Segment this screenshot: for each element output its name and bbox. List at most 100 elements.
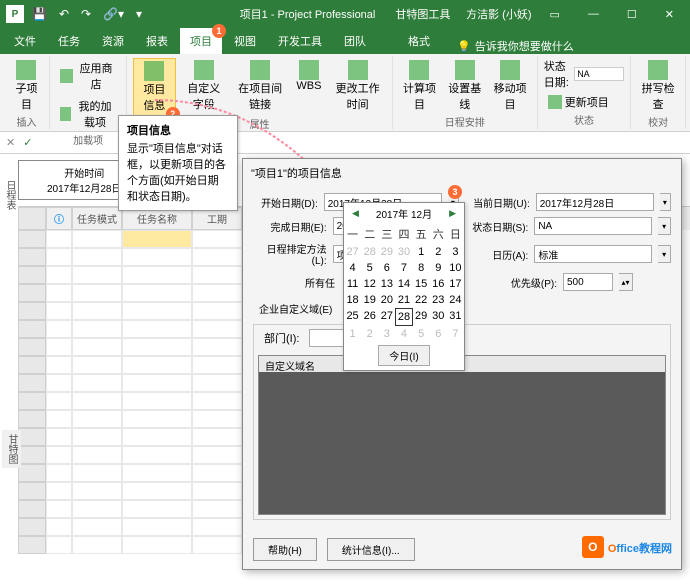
cal-day[interactable]: 6 [378,260,395,276]
start-date-label: 开始日期(D): [253,195,318,210]
cal-day[interactable]: 26 [361,308,378,326]
change-working-time-button[interactable]: 更改工作时间 [329,58,385,114]
watermark: O Office教程网 [582,536,672,558]
cal-day[interactable]: 2 [361,326,378,342]
update-project-button[interactable]: 更新项目 [544,92,624,112]
move-icon [500,60,520,80]
cal-day[interactable]: 2 [430,244,447,260]
cal-day[interactable]: 18 [344,292,361,308]
minimize-button[interactable]: — [578,4,609,24]
cal-day[interactable]: 23 [430,292,447,308]
tab-team[interactable]: 团队 [334,28,376,54]
cal-day[interactable]: 15 [413,276,430,292]
app-store-button[interactable]: 应用商店 [56,58,120,94]
cal-day[interactable]: 28 [361,244,378,260]
tab-dev[interactable]: 开发工具 [268,28,332,54]
cal-day[interactable]: 8 [413,260,430,276]
qat-redo-icon[interactable]: ↷ [77,5,95,23]
today-button[interactable]: 今日(I) [378,345,429,366]
qat-undo-icon[interactable]: ↶ [55,5,73,23]
status-date-input[interactable] [574,67,624,81]
cal-day[interactable]: 16 [430,276,447,292]
set-baseline-button[interactable]: 设置基线 [444,58,485,114]
cal-day[interactable]: 29 [413,308,430,326]
cal-day[interactable]: 20 [378,292,395,308]
cal-day[interactable]: 6 [430,326,447,342]
qat-save-icon[interactable]: 💾 [28,5,51,23]
cal-day[interactable]: 5 [361,260,378,276]
cal-day[interactable]: 27 [344,244,361,260]
tab-task[interactable]: 任务 [48,28,90,54]
cal-day[interactable]: 27 [378,308,395,326]
qat-link-icon[interactable]: 🔗▾ [99,5,128,23]
calendar-input[interactable] [534,245,652,263]
prev-month-button[interactable]: ◀ [348,208,363,219]
status-date-input-dlg[interactable] [534,217,652,235]
current-date-dropdown[interactable]: ▾ [660,193,671,211]
statistics-button[interactable]: 统计信息(I)... [327,538,415,561]
cal-dow: 一 [344,224,361,244]
ribbon: 子项目 插入 应用商店 我的加载项 加载项 项目信息2 自定义字段 在项目间链接… [0,54,690,132]
cal-day[interactable]: 24 [447,292,464,308]
cal-day[interactable]: 29 [378,244,395,260]
cal-day[interactable]: 22 [413,292,430,308]
my-addins-button[interactable]: 我的加载项 [56,96,120,132]
spell-check-button[interactable]: 拼写检查 [637,58,679,114]
tell-me-search[interactable]: 💡告诉我你想要做什么 [457,38,574,54]
cal-day[interactable]: 21 [395,292,412,308]
cal-day[interactable]: 17 [447,276,464,292]
lightbulb-icon: 💡 [457,40,471,53]
cal-day[interactable]: 4 [395,326,412,342]
accept-entry-icon[interactable]: ✓ [23,136,32,149]
next-month-button[interactable]: ▶ [445,208,460,219]
custom-fields-list[interactable]: 自定义域名 [258,355,666,515]
subproject-button[interactable]: 子项目 [10,58,43,114]
tab-file[interactable]: 文件 [4,28,46,54]
cal-day[interactable]: 3 [447,244,464,260]
cal-day[interactable]: 30 [430,308,447,326]
maximize-button[interactable]: ☐ [617,4,647,25]
priority-input[interactable] [563,273,613,291]
cal-dow: 五 [413,224,430,244]
cal-day[interactable]: 31 [447,308,464,326]
help-button[interactable]: 帮助(H) [253,538,317,561]
cal-day[interactable]: 3 [378,326,395,342]
qat-custom-icon[interactable]: ▾ [132,5,146,23]
ribbon-tabs: 文件 任务 资源 报表 项目1 视图 开发工具 团队 格式 💡告诉我你想要做什么 [0,28,690,54]
cal-day[interactable]: 9 [430,260,447,276]
tab-report[interactable]: 报表 [136,28,178,54]
wbs-icon [299,60,319,80]
move-project-button[interactable]: 移动项目 [489,58,530,114]
cal-day[interactable]: 4 [344,260,361,276]
cal-day[interactable]: 13 [378,276,395,292]
col-info[interactable]: ⓘ [46,207,72,230]
calendar-dropdown[interactable]: ▾ [658,245,671,263]
tab-format[interactable]: 格式 [398,28,440,54]
cal-day[interactable]: 7 [447,326,464,342]
current-date-input[interactable] [536,193,654,211]
tab-resource[interactable]: 资源 [92,28,134,54]
cal-day[interactable]: 30 [395,244,412,260]
cal-day[interactable]: 19 [361,292,378,308]
calculate-project-button[interactable]: 计算项目 [399,58,440,114]
tab-project[interactable]: 项目1 [180,28,222,54]
ribbon-options-icon[interactable]: ▭ [540,4,570,25]
wbs-button[interactable]: WBS [292,58,325,94]
tab-view[interactable]: 视图 [224,28,266,54]
cal-day[interactable]: 5 [413,326,430,342]
cal-day[interactable]: 11 [344,276,361,292]
priority-spinner[interactable]: ▴▾ [619,273,633,291]
cal-day[interactable]: 1 [344,326,361,342]
cal-day[interactable]: 10 [447,260,464,276]
cal-day[interactable]: 14 [395,276,412,292]
cal-day[interactable]: 12 [361,276,378,292]
col-task-mode[interactable]: 任务模式 [72,207,122,230]
date-picker-popup: ◀ 2017年 12月 ▶ 一二三四五六日2728293012345678910… [343,202,465,371]
cal-day[interactable]: 28 [395,308,412,326]
cal-day[interactable]: 7 [395,260,412,276]
cal-day[interactable]: 25 [344,308,361,326]
cal-day[interactable]: 1 [413,244,430,260]
cancel-entry-icon[interactable]: ✕ [6,136,15,149]
close-button[interactable]: ✕ [655,4,684,25]
status-date-dropdown[interactable]: ▾ [658,217,671,235]
